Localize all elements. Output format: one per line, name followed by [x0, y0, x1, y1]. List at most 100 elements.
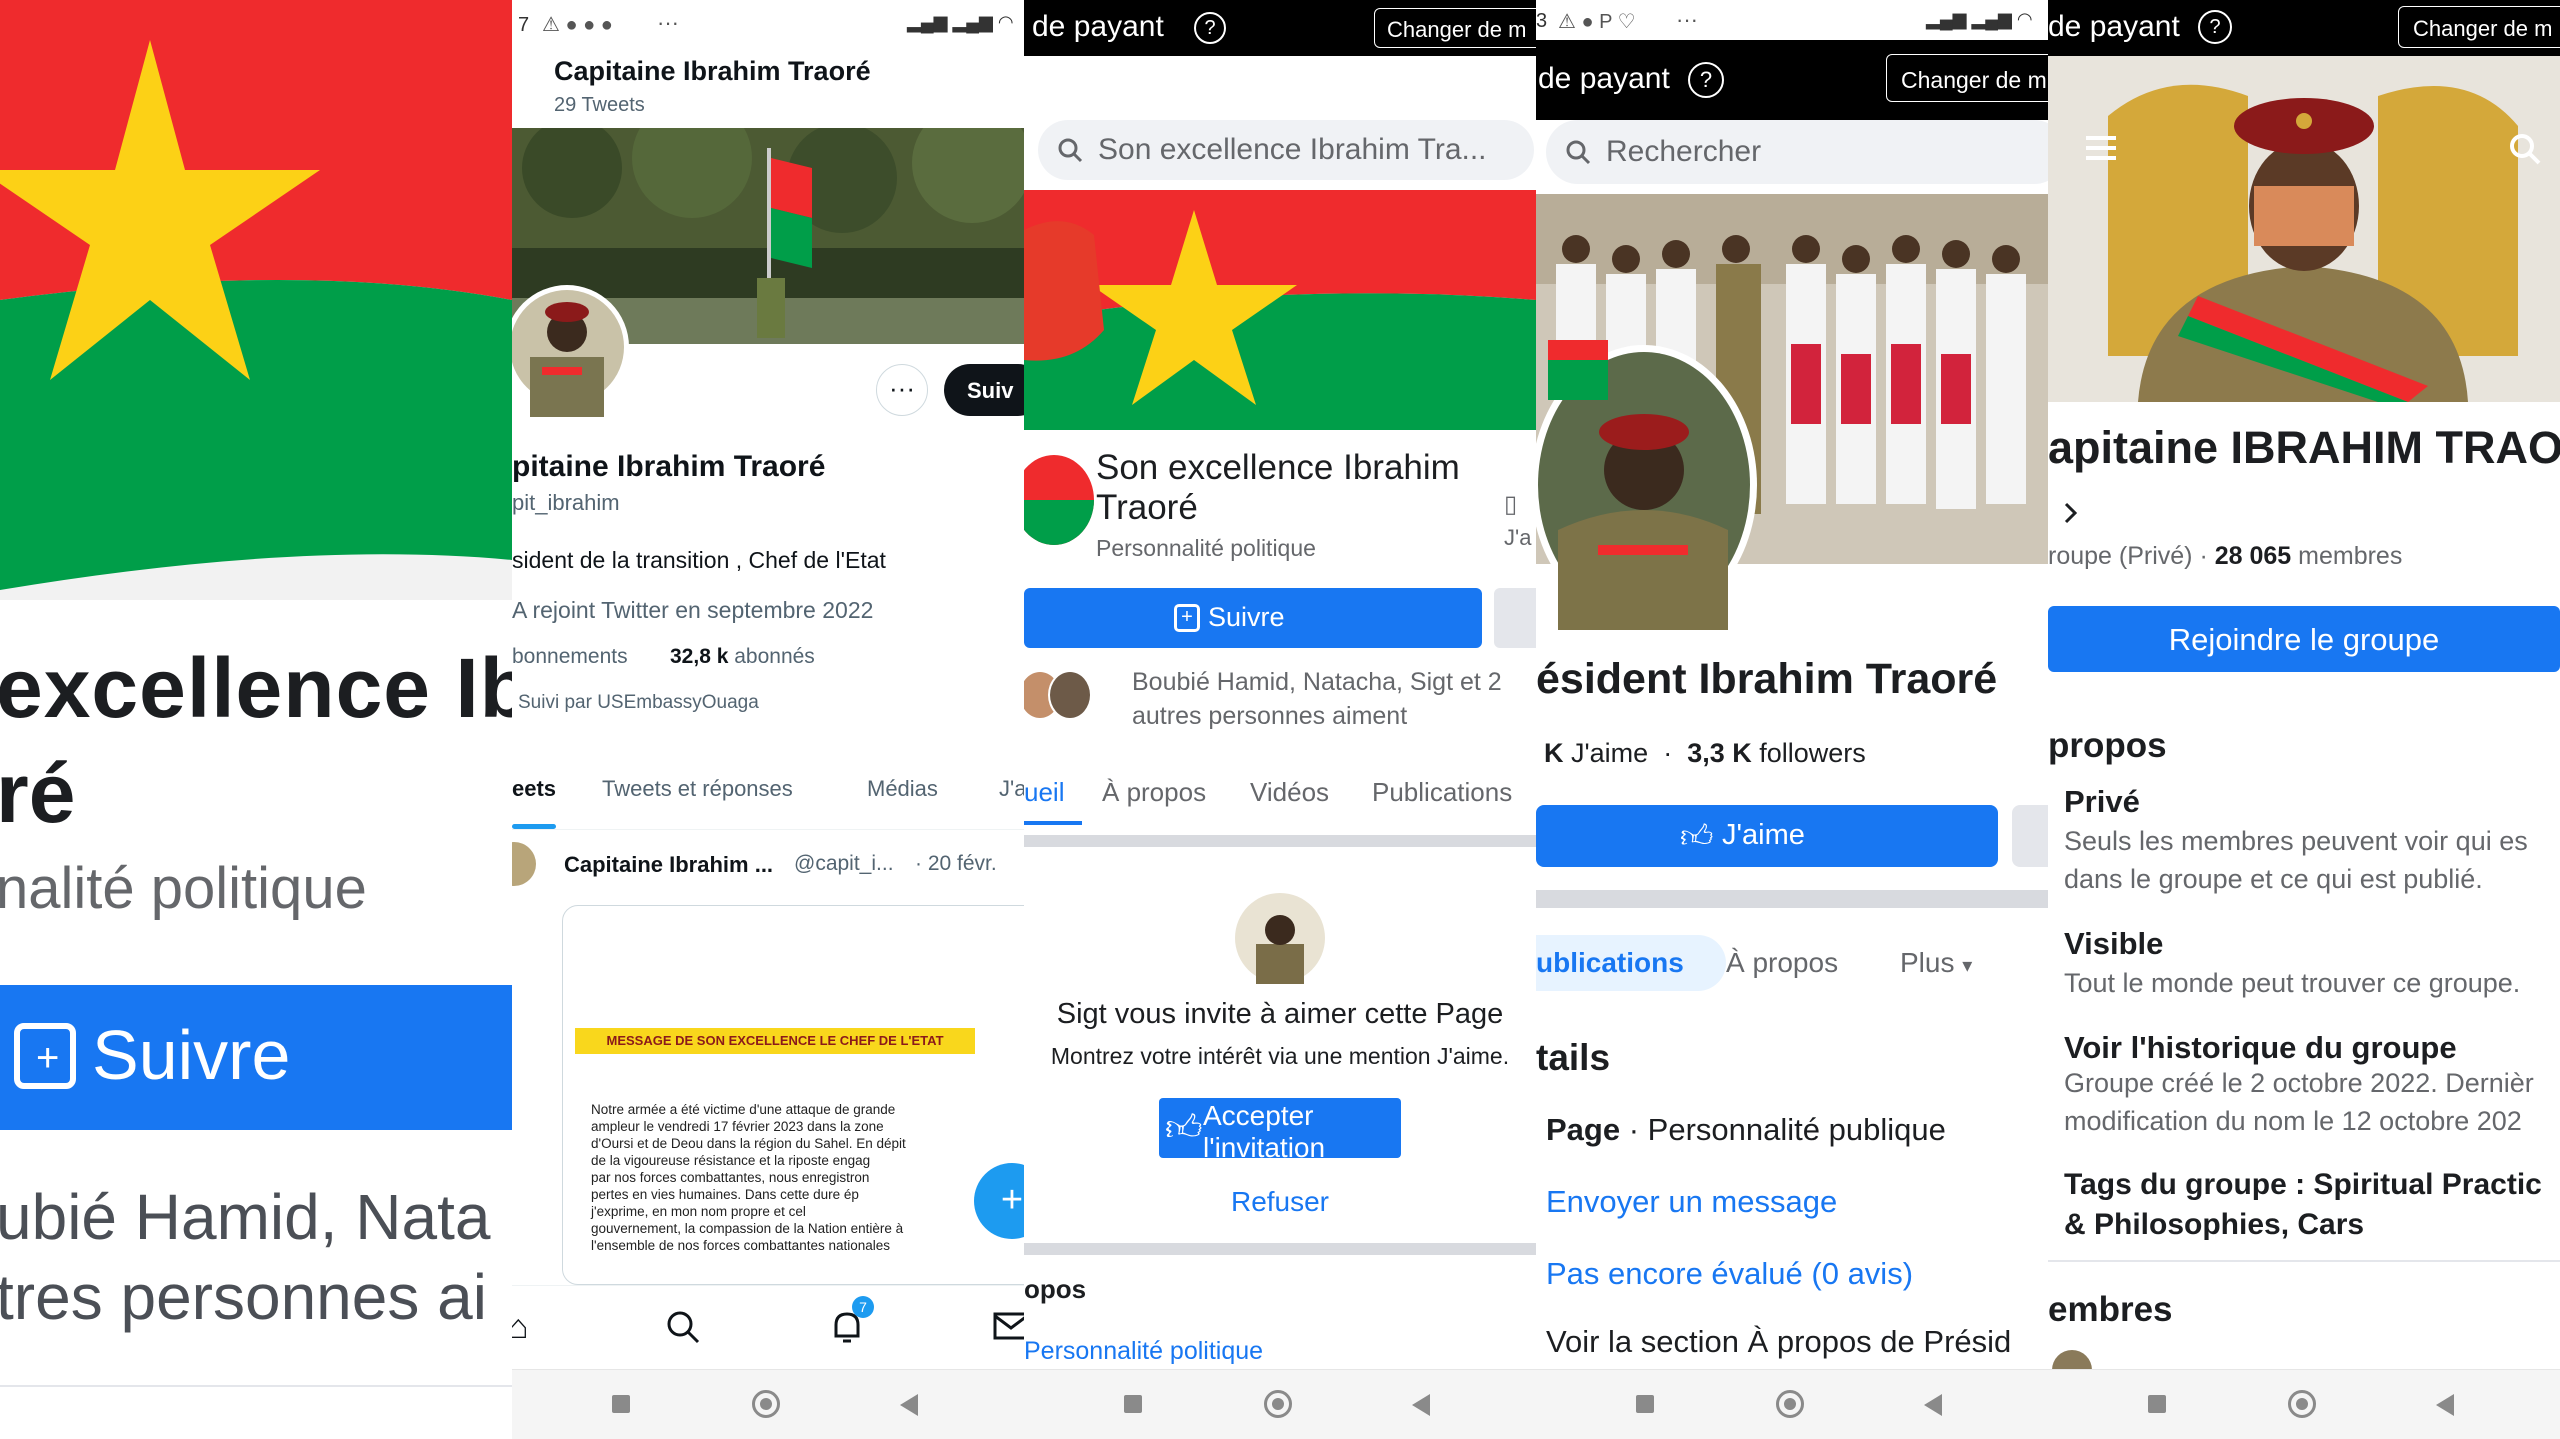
about-section-link[interactable]: Voir la section À propos de Présid: [1546, 1324, 2011, 1360]
join-group-label: Rejoindre le groupe: [2168, 622, 2440, 657]
document-body: Notre armée a été victime d'une attaque …: [591, 1102, 906, 1253]
recents-icon[interactable]: [2148, 1395, 2166, 1413]
history-title[interactable]: Voir l'historique du groupe: [2064, 1030, 2457, 1066]
tweet-image[interactable]: MESSAGE DE SON EXCELLENCE LE CHEF DE L'E…: [562, 905, 1024, 1285]
profile-name: pitaine Ibrahim Traoré: [512, 450, 826, 483]
status-bar: 7 ⚠ ● ● ● ··· ▂▄▆ ▂▄▆ ◠: [512, 0, 1024, 55]
help-icon[interactable]: ?: [1194, 12, 1226, 44]
panel-4-facebook-page: 3 ⚠ ● P ♡ ··· ▂▄▆ ▂▄▆ ◠ de payant ? Chan…: [1536, 0, 2048, 1439]
tweet-avatar[interactable]: [512, 842, 536, 886]
change-button[interactable]: Changer de m: [1886, 54, 2048, 102]
page-avatar[interactable]: [1024, 455, 1094, 545]
follow-button[interactable]: + Suivre: [1024, 588, 1482, 648]
follow-button[interactable]: + Suivre: [0, 985, 512, 1130]
rating-link[interactable]: Pas encore évalué (0 avis): [1546, 1256, 1913, 1292]
home-circle-icon[interactable]: [2288, 1390, 2316, 1418]
search-icon: [1058, 138, 1083, 163]
more-button[interactable]: [1494, 588, 1536, 648]
change-button-label: Changer de m: [1387, 17, 1527, 42]
bottom-tab-bar: ⌂ 7: [512, 1285, 1024, 1369]
tab-indicator: [512, 824, 556, 829]
back-icon[interactable]: [1924, 1394, 1942, 1416]
join-group-button[interactable]: Rejoindre le groupe: [2048, 606, 2560, 672]
follow-button[interactable]: Suiv: [944, 364, 1024, 416]
avatar: [512, 285, 629, 417]
back-icon[interactable]: [1412, 1394, 1430, 1416]
home-circle-icon[interactable]: [1264, 1390, 1292, 1418]
page-title-line2: ré: [0, 746, 76, 840]
tab-videos[interactable]: Vidéos: [1250, 777, 1329, 808]
group-tags-line1: Tags du groupe : Spiritual Practic: [2064, 1168, 2542, 1201]
panel-1-zoomed-page: excellence Ib ré nalité politique + Suiv…: [0, 0, 512, 1439]
tab-more-label: Plus: [1900, 947, 1955, 978]
tab-posts-label: ublications: [1536, 947, 1684, 978]
followers-link[interactable]: 32,8 k abonnés: [670, 645, 815, 669]
search-bar[interactable]: Rechercher: [1546, 120, 2048, 184]
more-options-button[interactable]: ···: [876, 364, 928, 416]
accept-invitation-button[interactable]: 👍︎ Accepter l'invitation: [1159, 1098, 1401, 1158]
refuse-link[interactable]: Refuser: [1024, 1186, 1536, 1218]
top-banner: de payant ? Changer de m: [1024, 0, 1536, 56]
privacy-desc-line1: Seuls les membres peuvent voir qui es: [2064, 826, 2528, 856]
like-button[interactable]: 👍︎ J'aime: [1536, 805, 1998, 867]
recents-icon[interactable]: [1636, 1395, 1654, 1413]
home-icon[interactable]: ⌂: [512, 1308, 529, 1347]
tab-about[interactable]: À propos: [1726, 947, 1838, 979]
tab-posts[interactable]: ublications: [1536, 935, 1726, 991]
cover-photo: [1024, 190, 1536, 430]
about-category-link[interactable]: Personnalité politique: [1024, 1337, 1263, 1366]
group-type: roupe (Privé): [2048, 542, 2193, 570]
tweet-author[interactable]: Capitaine Ibrahim ...: [564, 852, 773, 878]
members-label: membres: [2298, 542, 2403, 570]
tab-about[interactable]: À propos: [1102, 777, 1206, 808]
page-side-info: ▯: [1504, 491, 1518, 518]
panel-2-twitter-profile: 7 ⚠ ● ● ● ··· ▂▄▆ ▂▄▆ ◠ Capitaine Ibrahi…: [512, 0, 1024, 1439]
help-icon[interactable]: ?: [1688, 62, 1724, 98]
mail-icon[interactable]: [992, 1310, 1024, 1344]
send-message-link[interactable]: Envoyer un message: [1546, 1184, 1837, 1220]
tab-indicator: [1024, 821, 1082, 825]
follow-label: Suivre: [1208, 602, 1285, 632]
search-icon[interactable]: [664, 1308, 702, 1346]
home-circle-icon[interactable]: [1776, 1390, 1804, 1418]
home-circle-icon[interactable]: [752, 1390, 780, 1418]
tab-tweets[interactable]: eets: [512, 776, 556, 802]
chevron-right-icon[interactable]: [2062, 500, 2080, 526]
likes-line2: tres personnes ai: [0, 1261, 487, 1333]
change-button[interactable]: Changer de m: [2398, 6, 2560, 48]
search-bar[interactable]: Son excellence Ibrahim Tra...: [1038, 120, 1534, 180]
page-type-value: · Personnalité publique: [1628, 1112, 1946, 1147]
paid-banner-text: de payant: [1538, 62, 1670, 95]
signal-icon: ▂▄▆ ▂▄▆ ◠: [1926, 9, 2033, 29]
android-nav-bar: [512, 1369, 1024, 1439]
more-button[interactable]: [2012, 805, 2048, 867]
signal-icon: ▂▄▆ ▂▄▆ ◠: [907, 12, 1014, 32]
tab-likes[interactable]: J'a: [999, 776, 1024, 802]
profile-handle: pit_ibrahim: [512, 490, 620, 515]
back-icon[interactable]: [900, 1394, 918, 1416]
tab-home[interactable]: ueil: [1024, 777, 1064, 808]
tab-more[interactable]: Plus ▾: [1900, 947, 1972, 979]
invite-title: Sigt vous invite à aimer cette Page: [1056, 998, 1504, 1030]
search-icon[interactable]: [2508, 132, 2542, 166]
help-icon[interactable]: ?: [2198, 10, 2232, 44]
paid-banner-text: de payant: [1032, 10, 1164, 43]
page-side-label: J'a: [1504, 525, 1532, 550]
following-label: bonnements: [512, 645, 628, 668]
tab-posts[interactable]: Publications: [1372, 777, 1512, 808]
tab-tweets-replies[interactable]: Tweets et réponses: [602, 776, 793, 802]
menu-icon[interactable]: [2086, 136, 2116, 160]
followers-count: 3,3 K: [1687, 738, 1752, 768]
recents-icon[interactable]: [1124, 1395, 1142, 1413]
back-icon[interactable]: [2436, 1394, 2454, 1416]
following-link[interactable]: bonnements: [512, 645, 628, 669]
page-stats: K J'aime · 3,3 K followers: [1544, 738, 1866, 768]
profile-picture[interactable]: [1536, 340, 1760, 630]
page-name: ésident Ibrahim Traoré: [1536, 655, 1998, 703]
member-avatar: [2052, 1350, 2092, 1370]
search-text: Son excellence Ibrahim Tra...: [1098, 133, 1487, 166]
tab-media[interactable]: Médias: [867, 776, 938, 802]
change-button[interactable]: Changer de m: [1374, 8, 1536, 48]
invite-subtitle: Montrez votre intérêt via une mention J'…: [1050, 1043, 1510, 1069]
recents-icon[interactable]: [612, 1395, 630, 1413]
